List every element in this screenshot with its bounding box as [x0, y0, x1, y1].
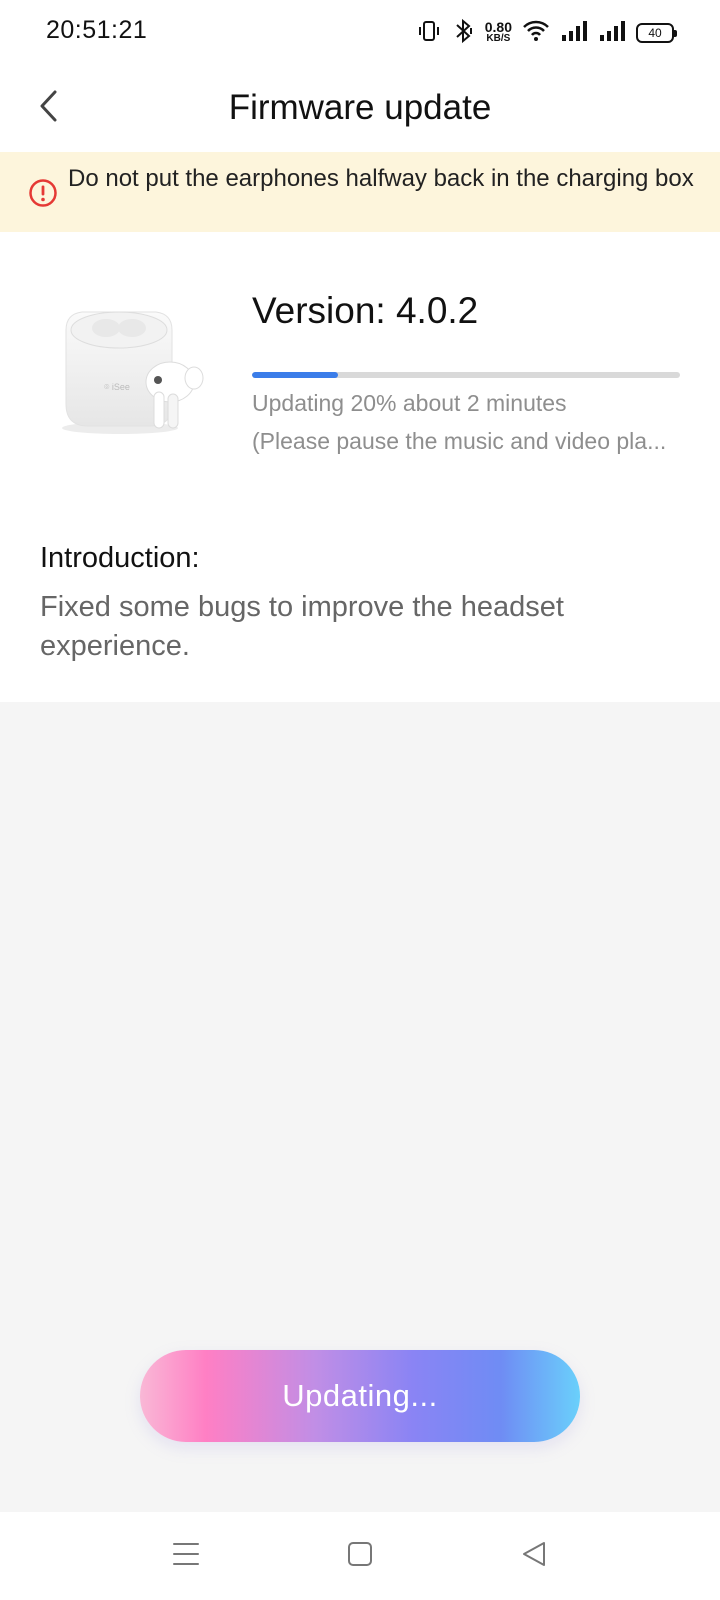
net-speed-unit: KB/S	[486, 33, 511, 44]
updating-button[interactable]: Updating...	[140, 1350, 580, 1442]
warning-banner: Do not put the earphones halfway back in…	[0, 152, 720, 232]
earbuds-image: ⌾ iSee	[58, 300, 218, 440]
signal-icon-2	[598, 20, 626, 47]
progress-note-text: (Please pause the music and video pla...	[252, 428, 667, 454]
page-title: Firmware update	[228, 88, 492, 127]
home-button[interactable]	[340, 1538, 380, 1574]
net-speed-value: 0.80	[484, 19, 512, 35]
warning-text: Do not put the earphones halfway back in…	[68, 165, 694, 192]
update-progress-bar	[252, 372, 680, 378]
status-icons: 0.80 KB/S 40	[407, 18, 677, 49]
introduction-title: Introduction:	[40, 542, 200, 574]
vibrate-icon	[417, 19, 441, 48]
battery-icon: 40	[636, 23, 677, 43]
status-time: 20:51:21	[46, 16, 148, 44]
firmware-version: Version: 4.0.2	[252, 290, 479, 331]
nav-back-button[interactable]	[514, 1538, 554, 1574]
firmware-update-screen: 20:51:21 0.80 KB/S 40 Firmware update Do…	[0, 0, 720, 1600]
svg-text:⌾ iSee: ⌾ iSee	[104, 382, 130, 392]
menu-icon	[172, 1541, 200, 1572]
home-square-icon	[346, 1540, 374, 1573]
menu-button[interactable]	[166, 1538, 206, 1574]
net-speed: 0.80 KB/S	[484, 19, 512, 45]
bluetooth-icon	[451, 18, 475, 49]
status-bar: 20:51:21 0.80 KB/S 40	[0, 0, 720, 64]
signal-icon	[560, 20, 588, 47]
introduction-body: Fixed some bugs to improve the headset e…	[40, 591, 564, 662]
system-nav-bar	[0, 1512, 720, 1600]
wifi-icon	[522, 20, 550, 47]
alert-circle-icon	[28, 178, 58, 208]
back-triangle-icon	[520, 1540, 548, 1573]
update-progress-fill	[252, 372, 338, 378]
firmware-info-card: ⌾ iSee Version: 4.0.2 Updating 20% about…	[0, 232, 720, 702]
progress-status-text: Updating 20% about 2 minutes	[252, 390, 567, 416]
header: Firmware update	[0, 64, 720, 152]
